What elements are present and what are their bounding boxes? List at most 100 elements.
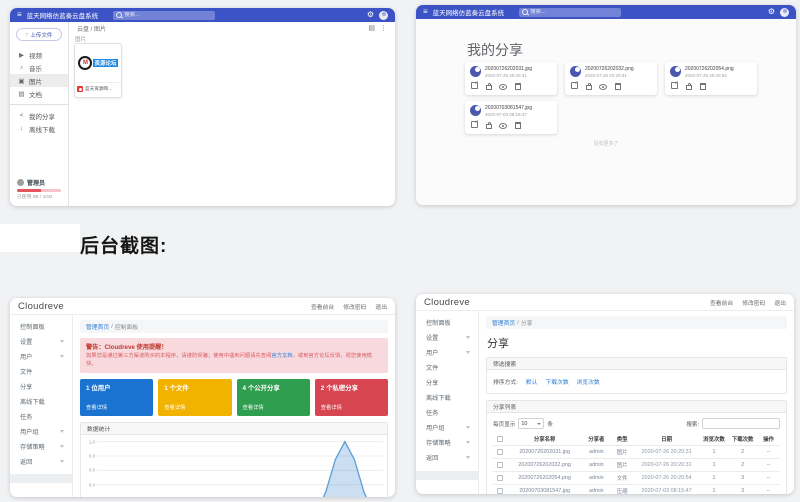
table-row[interactable]: 20200726202032.png admin 图片 2020-07-26 2… bbox=[493, 459, 780, 472]
share-card[interactable]: 20200726202031.jpg 2020-07-26 20:20:31 bbox=[465, 62, 557, 95]
col-header[interactable]: 分享名称 bbox=[507, 433, 582, 446]
eye-icon[interactable] bbox=[599, 84, 607, 90]
lock-icon[interactable] bbox=[586, 85, 592, 90]
gear-icon[interactable]: ⚙ bbox=[367, 11, 374, 19]
admin-nav-link[interactable]: 修改密码 bbox=[742, 298, 765, 307]
admin-nav-link[interactable]: 退出 bbox=[774, 298, 786, 307]
row-checkbox[interactable] bbox=[497, 475, 503, 481]
sort-option-link[interactable]: 默认 bbox=[526, 377, 538, 386]
admin-sidebar-item[interactable]: 用户 bbox=[10, 349, 72, 364]
col-header[interactable]: 操作 bbox=[757, 433, 780, 446]
menu-icon[interactable]: ≡ bbox=[423, 8, 428, 16]
admin-sidebar-item[interactable]: 设置 bbox=[416, 330, 478, 345]
share-card[interactable]: 20200726202032.png 2020-07-26 20:20:31 bbox=[565, 62, 657, 95]
search-input[interactable] bbox=[124, 12, 212, 18]
admin-sidebar-item[interactable]: 存储策略 bbox=[416, 435, 478, 450]
admin-sidebar-item[interactable]: 设置 bbox=[10, 334, 72, 349]
admin-sidebar-item[interactable]: 控制面板 bbox=[10, 319, 72, 334]
per-page-select[interactable]: 10 bbox=[518, 418, 544, 429]
menu-icon[interactable]: ≡ bbox=[17, 11, 22, 19]
view-grid-icon[interactable]: ▤ bbox=[368, 24, 375, 32]
eye-icon[interactable] bbox=[499, 84, 507, 90]
row-checkbox[interactable] bbox=[497, 449, 503, 455]
more-options-icon[interactable]: ⋮ bbox=[380, 24, 387, 32]
stat-details-link[interactable]: 查看详情 bbox=[243, 403, 304, 411]
file-card[interactable]: M 资源论坛 蓝天资源网分享说明.png bbox=[74, 43, 122, 98]
admin-sidebar-item[interactable]: 任务 bbox=[10, 409, 72, 424]
col-header[interactable]: 下载次数 bbox=[728, 433, 757, 446]
cell-action[interactable]: -- bbox=[757, 459, 780, 472]
admin-sidebar-item[interactable]: 离线下载 bbox=[10, 394, 72, 409]
share-card[interactable]: 20200726202054.png 2020-07-26 20:20:54 bbox=[665, 62, 757, 95]
col-header[interactable]: 日期 bbox=[634, 433, 700, 446]
user-storage-box[interactable]: 管理员 已使用 0B / 1GB bbox=[17, 178, 63, 200]
sidebar-category-item[interactable]: ♪ 音乐 bbox=[10, 61, 68, 74]
sidebar-category-item[interactable]: ▣ 图片 bbox=[10, 74, 68, 87]
admin-sidebar-item[interactable]: 存储策略 bbox=[10, 439, 72, 454]
table-row[interactable]: 20200726202031.jpg admin 图片 2020-07-26 2… bbox=[493, 446, 780, 459]
lock-icon[interactable] bbox=[486, 124, 492, 129]
trash-icon[interactable] bbox=[700, 83, 706, 90]
stat-details-link[interactable]: 查看详情 bbox=[86, 403, 147, 411]
breadcrumb-home-link[interactable]: 管理首页 bbox=[86, 322, 109, 331]
stat-details-link[interactable]: 查看详情 bbox=[164, 403, 225, 411]
admin-nav-link[interactable]: 退出 bbox=[375, 302, 387, 311]
admin-logo[interactable]: Cloudreve bbox=[424, 297, 470, 308]
search-box[interactable] bbox=[519, 8, 621, 17]
gear-icon[interactable]: ⚙ bbox=[768, 8, 775, 16]
row-checkbox[interactable] bbox=[497, 488, 503, 494]
upload-button[interactable]: ↑ 上传文件 bbox=[16, 28, 62, 41]
table-row[interactable]: 20200703081547.jpg admin 压缩 2020-07-03 0… bbox=[493, 485, 780, 495]
cell-action[interactable]: -- bbox=[757, 485, 780, 495]
avatar[interactable] bbox=[780, 8, 789, 17]
admin-sidebar-item[interactable]: 分享 bbox=[416, 375, 478, 390]
row-checkbox[interactable] bbox=[497, 462, 503, 468]
lock-icon[interactable] bbox=[486, 85, 492, 90]
col-header[interactable]: 分享者 bbox=[582, 433, 611, 446]
open-icon[interactable] bbox=[471, 121, 478, 128]
open-icon[interactable] bbox=[671, 82, 678, 89]
search-input[interactable] bbox=[530, 9, 618, 15]
col-header[interactable]: 类型 bbox=[611, 433, 634, 446]
admin-sidebar-item[interactable]: 分享 bbox=[10, 379, 72, 394]
admin-sidebar-item[interactable]: 离线下载 bbox=[416, 390, 478, 405]
admin-sidebar-item[interactable]: 任务 bbox=[416, 405, 478, 420]
stat-details-link[interactable]: 查看详情 bbox=[321, 403, 382, 411]
table-search-input[interactable] bbox=[702, 418, 780, 429]
cell-action[interactable]: -- bbox=[757, 446, 780, 459]
breadcrumb-home-link[interactable]: 管理首页 bbox=[492, 318, 515, 327]
open-icon[interactable] bbox=[571, 82, 578, 89]
sidebar-category-item[interactable]: ▶ 视频 bbox=[10, 48, 68, 61]
admin-sidebar-item[interactable]: 用户组 bbox=[416, 420, 478, 435]
admin-sidebar-item[interactable]: 用户 bbox=[416, 345, 478, 360]
admin-sidebar-item[interactable]: 文件 bbox=[10, 364, 72, 379]
sidebar-link-item[interactable]: ↓ 离线下载 bbox=[10, 122, 68, 135]
admin-sidebar-item[interactable]: 用户组 bbox=[10, 424, 72, 439]
admin-sidebar-item[interactable]: 控制面板 bbox=[416, 315, 478, 330]
select-all-checkbox[interactable] bbox=[497, 436, 503, 442]
trash-icon[interactable] bbox=[615, 83, 621, 90]
cell-action[interactable]: -- bbox=[757, 472, 780, 485]
admin-sidebar-item[interactable]: 文件 bbox=[416, 360, 478, 375]
admin-nav-link[interactable]: 查看前台 bbox=[311, 302, 334, 311]
avatar[interactable] bbox=[379, 11, 388, 20]
admin-nav-link[interactable]: 查看前台 bbox=[710, 298, 733, 307]
col-header[interactable]: 浏览次数 bbox=[700, 433, 729, 446]
share-card[interactable]: 20200703081547.jpg 2020-07-03 08:15:47 bbox=[465, 101, 557, 134]
admin-sidebar-item[interactable]: 返回 bbox=[416, 450, 478, 465]
eye-icon[interactable] bbox=[499, 123, 507, 129]
sort-option-link[interactable]: 下载次数 bbox=[545, 377, 568, 386]
trash-icon[interactable] bbox=[515, 122, 521, 129]
sort-option-link[interactable]: 浏览次数 bbox=[577, 377, 600, 386]
table-row[interactable]: 20200726202054.png admin 文件 2020-07-26 2… bbox=[493, 472, 780, 485]
admin-logo[interactable]: Cloudreve bbox=[18, 301, 64, 312]
admin-nav-link[interactable]: 修改密码 bbox=[343, 302, 366, 311]
lock-icon[interactable] bbox=[686, 85, 692, 90]
search-box[interactable] bbox=[113, 11, 215, 20]
sidebar-category-item[interactable]: ▤ 文档 bbox=[10, 87, 68, 100]
trash-icon[interactable] bbox=[515, 83, 521, 90]
alert-link[interactable]: 官方文档 bbox=[271, 353, 292, 359]
admin-sidebar-item[interactable]: 返回 bbox=[10, 454, 72, 469]
open-icon[interactable] bbox=[471, 82, 478, 89]
sidebar-link-item[interactable]: < 我的分享 bbox=[10, 109, 68, 122]
